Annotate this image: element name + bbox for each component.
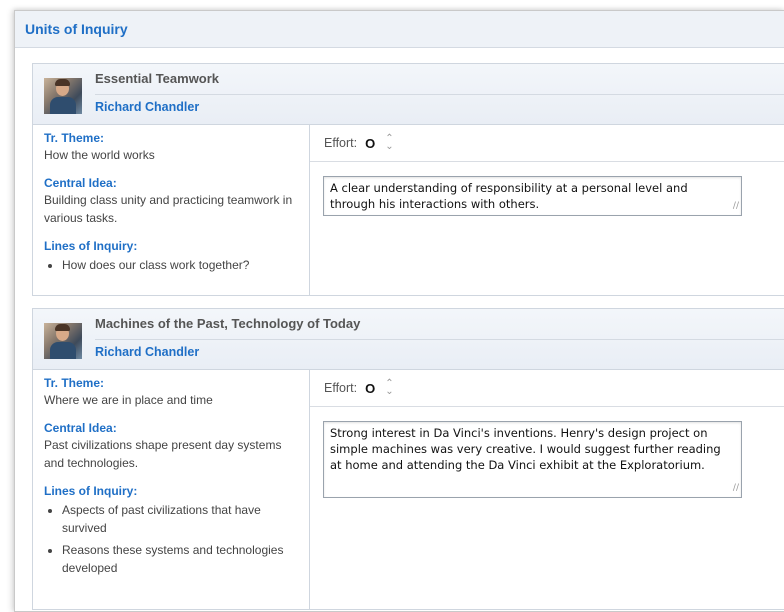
theme-label: Tr. Theme: bbox=[44, 131, 105, 145]
resize-grip-icon[interactable]: ∕∕ bbox=[733, 198, 739, 214]
select-arrows-icon[interactable]: ⌃ ⌄ bbox=[385, 379, 393, 397]
effort-select[interactable]: O bbox=[365, 136, 375, 151]
effort-label: Effort: bbox=[324, 136, 358, 150]
lines-of-inquiry-list: How does our class work together? bbox=[44, 256, 299, 274]
comment-textarea[interactable]: Strong interest in Da Vinci's inventions… bbox=[323, 421, 742, 498]
list-item: Aspects of past civilizations that have … bbox=[62, 501, 299, 537]
lines-of-inquiry-label: Lines of Inquiry: bbox=[44, 484, 138, 498]
avatar bbox=[44, 78, 82, 114]
unit-details: Tr. Theme: Where we are in place and tim… bbox=[33, 370, 310, 610]
lines-of-inquiry-list: Aspects of past civilizations that have … bbox=[44, 501, 299, 577]
unit-card: Machines of the Past, Technology of Toda… bbox=[32, 308, 784, 610]
unit-header: Essential Teamwork Richard Chandler bbox=[33, 64, 784, 125]
unit-header: Machines of the Past, Technology of Toda… bbox=[33, 309, 784, 370]
unit-details: Tr. Theme: How the world works Central I… bbox=[33, 125, 310, 295]
lines-of-inquiry-label: Lines of Inquiry: bbox=[44, 239, 138, 253]
effort-label: Effort: bbox=[324, 381, 358, 395]
effort-row: Effort: O ⌃ ⌄ bbox=[310, 370, 784, 407]
unit-card: Essential Teamwork Richard Chandler Tr. … bbox=[32, 63, 784, 296]
comment-textarea[interactable]: A clear understanding of responsibility … bbox=[323, 176, 742, 216]
central-idea-value: Building class unity and practicing team… bbox=[44, 193, 293, 225]
panel-header: Units of Inquiry bbox=[15, 11, 784, 48]
theme-label: Tr. Theme: bbox=[44, 376, 105, 390]
list-item: Reasons these systems and technologies d… bbox=[62, 541, 299, 577]
assessment-area: Effort: O ⌃ ⌄ Strong interest in Da Vinci… bbox=[310, 370, 784, 610]
effort-select[interactable]: O bbox=[365, 381, 375, 396]
comment-text: Strong interest in Da Vinci's inventions… bbox=[330, 426, 721, 472]
assessment-area: Effort: O ⌃ ⌄ A clear understanding of re… bbox=[310, 125, 784, 295]
comment-text: A clear understanding of responsibility … bbox=[330, 181, 688, 211]
resize-grip-icon[interactable]: ∕∕ bbox=[733, 480, 739, 496]
teacher-link[interactable]: Richard Chandler bbox=[95, 345, 199, 359]
theme-value: How the world works bbox=[44, 148, 155, 162]
list-item: How does our class work together? bbox=[62, 256, 299, 274]
central-idea-value: Past civilizations shape present day sys… bbox=[44, 438, 282, 470]
unit-title: Essential Teamwork bbox=[95, 71, 220, 86]
central-idea-label: Central Idea: bbox=[44, 176, 117, 190]
theme-value: Where we are in place and time bbox=[44, 393, 213, 407]
central-idea-label: Central Idea: bbox=[44, 421, 117, 435]
select-arrows-icon[interactable]: ⌃ ⌄ bbox=[385, 134, 393, 152]
units-of-inquiry-panel: Units of Inquiry Essential Teamwork Rich… bbox=[14, 10, 784, 612]
effort-row: Effort: O ⌃ ⌄ bbox=[310, 125, 784, 162]
page-title: Units of Inquiry bbox=[25, 21, 128, 37]
unit-title: Machines of the Past, Technology of Toda… bbox=[95, 316, 361, 331]
teacher-link[interactable]: Richard Chandler bbox=[95, 100, 199, 114]
avatar bbox=[44, 323, 82, 359]
